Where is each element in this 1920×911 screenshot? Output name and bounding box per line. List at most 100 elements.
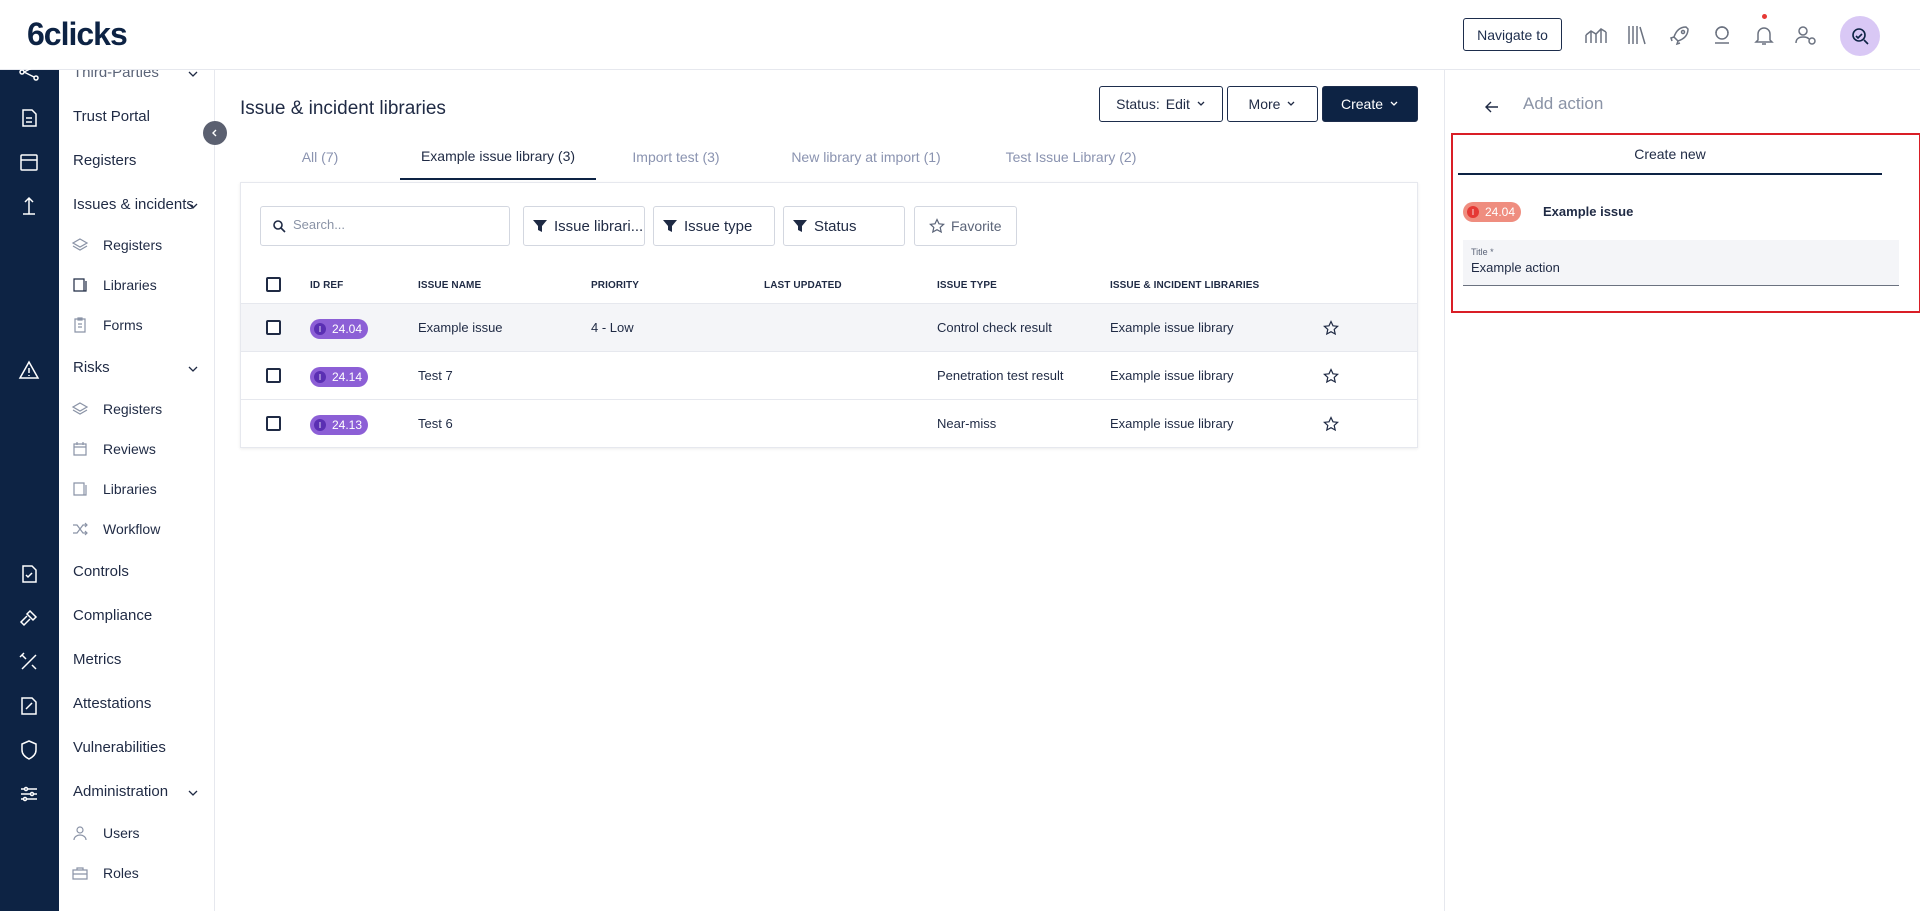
user-settings-icon[interactable] [1792,21,1820,49]
issue-libraries-filter[interactable]: Issue librari... [523,206,645,246]
issues-table-card: Issue librari... Issue type Status Favor… [240,182,1418,448]
sidebar-item-metrics[interactable]: Metrics [73,651,121,668]
status-prefix: Status: [1116,96,1160,112]
user-avatar[interactable] [1840,16,1880,56]
administration-sliders-icon[interactable] [17,782,41,806]
chevron-down-icon [1287,101,1295,106]
sidebar-item-controls[interactable]: Controls [73,563,129,580]
notifications-bell-icon[interactable] [1750,21,1778,49]
table-row[interactable]: I 24.04 Example issue 4 - Low Control che… [241,303,1417,351]
top-bar: 6clicks Navigate to [0,0,1920,70]
sidebar-subitem-risks-libraries[interactable]: Libraries [103,481,157,497]
issue-name-cell[interactable]: Example issue [418,320,503,335]
library-icon[interactable] [1624,21,1652,49]
linked-issue-name: Example issue [1543,204,1634,219]
app-logo[interactable]: 6clicks [27,16,128,53]
layers-icon [71,402,89,415]
sidebar-item-risks[interactable]: Risks [73,359,110,376]
title-field[interactable]: Title * [1463,240,1899,286]
analytics-icon[interactable] [1582,21,1610,49]
star-icon [929,218,945,234]
sidebar-subitem-issues-libraries[interactable]: Libraries [103,277,157,293]
notification-dot [1762,14,1767,19]
issues-icon[interactable] [17,194,41,218]
priority-cell: 4 - Low [591,320,634,335]
id-ref-text: 24.04 [332,322,363,336]
sidebar-subitem-issues-registers[interactable]: Registers [103,237,162,253]
sidebar-subitem-risks-workflow[interactable]: Workflow [103,521,160,537]
sidebar: Third-Parties Trust Portal Registers Iss… [59,70,215,911]
registers-icon[interactable] [17,150,41,174]
back-arrow-icon[interactable] [1483,98,1501,116]
issue-type-icon: I [314,323,326,335]
favorite-star-icon[interactable] [1323,368,1339,384]
search-box[interactable] [260,206,510,246]
column-header-last-updated[interactable]: LAST UPDATED [764,280,842,291]
favorite-star-icon[interactable] [1323,320,1339,336]
sidebar-subitem-issues-forms[interactable]: Forms [103,317,143,333]
column-header-issue-type[interactable]: ISSUE TYPE [937,280,997,291]
tab-create-new[interactable]: Create new [1458,135,1882,175]
sidebar-item-registers[interactable]: Registers [73,152,136,169]
sidebar-item-vulnerabilities[interactable]: Vulnerabilities [73,739,166,756]
rocket-icon[interactable] [1666,21,1694,49]
column-header-libraries[interactable]: ISSUE & INCIDENT LIBRARIES [1110,280,1259,291]
tab-new-library-at-import[interactable]: New library at import (1) [756,134,976,180]
issue-name-cell[interactable]: Test 6 [418,416,453,431]
third-parties-icon[interactable] [17,60,41,84]
attestations-icon[interactable] [17,694,41,718]
chevron-down-icon [1390,101,1398,106]
issue-type-filter[interactable]: Issue type [653,206,775,246]
favorite-filter-label: Favorite [951,218,1002,234]
status-button[interactable]: Status: Edit [1099,86,1223,122]
issue-name-cell[interactable]: Test 7 [418,368,453,383]
column-header-priority[interactable]: PRIORITY [591,280,639,291]
row-checkbox[interactable] [266,320,281,335]
favorite-star-icon[interactable] [1323,416,1339,432]
sidebar-subitem-roles[interactable]: Roles [103,865,139,881]
compliance-hammer-icon[interactable] [17,606,41,630]
id-ref-text: 24.13 [332,418,363,432]
panel-title: Add action [1523,94,1604,113]
sidebar-subitem-risks-reviews[interactable]: Reviews [103,441,156,457]
sidebar-item-trust-portal[interactable]: Trust Portal [73,108,150,125]
row-checkbox[interactable] [266,416,281,431]
sidebar-subitem-users[interactable]: Users [103,825,140,841]
briefcase-icon [72,867,88,880]
sidebar-item-attestations[interactable]: Attestations [73,695,151,712]
vulnerabilities-shield-icon[interactable] [17,738,41,762]
support-icon[interactable] [1708,21,1736,49]
column-header-issue-name[interactable]: ISSUE NAME [418,280,481,291]
sidebar-item-compliance[interactable]: Compliance [73,607,152,624]
collapse-sidebar-button[interactable] [203,121,227,145]
favorite-filter[interactable]: Favorite [914,206,1017,246]
metrics-tools-icon[interactable] [17,650,41,674]
issue-id-text: 24.04 [1485,205,1516,219]
library-tabs: All (7) Example issue library (3) Import… [240,134,1420,180]
tab-all[interactable]: All (7) [240,134,400,180]
navigate-to-button[interactable]: Navigate to [1463,18,1562,51]
sidebar-subitem-risks-registers[interactable]: Registers [103,401,162,417]
filter-icon [793,220,807,232]
create-button[interactable]: Create [1322,86,1418,122]
table-row[interactable]: I 24.13 Test 6 Near-miss Example issue li… [241,399,1417,447]
trust-portal-icon[interactable] [17,106,41,130]
sidebar-item-administration[interactable]: Administration [73,783,168,800]
status-value: Edit [1165,96,1190,112]
row-checkbox[interactable] [266,368,281,383]
controls-icon[interactable] [17,562,41,586]
layers-icon [71,238,89,251]
column-header-id-ref[interactable]: ID REF [310,280,343,291]
risks-warning-icon[interactable] [17,358,41,382]
tab-import-test[interactable]: Import test (3) [596,134,756,180]
search-input[interactable] [293,217,493,232]
sidebar-item-third-parties[interactable]: Third-Parties [73,70,159,81]
tab-test-issue-library[interactable]: Test Issue Library (2) [976,134,1166,180]
more-button[interactable]: More [1227,86,1318,122]
title-input[interactable] [1471,260,1881,275]
table-row[interactable]: I 24.14 Test 7 Penetration test result Ex… [241,351,1417,399]
status-filter[interactable]: Status [783,206,905,246]
tab-example-issue-library[interactable]: Example issue library (3) [400,134,596,180]
sidebar-item-issues-incidents[interactable]: Issues & incidents [73,196,194,213]
select-all-checkbox[interactable] [266,277,281,292]
